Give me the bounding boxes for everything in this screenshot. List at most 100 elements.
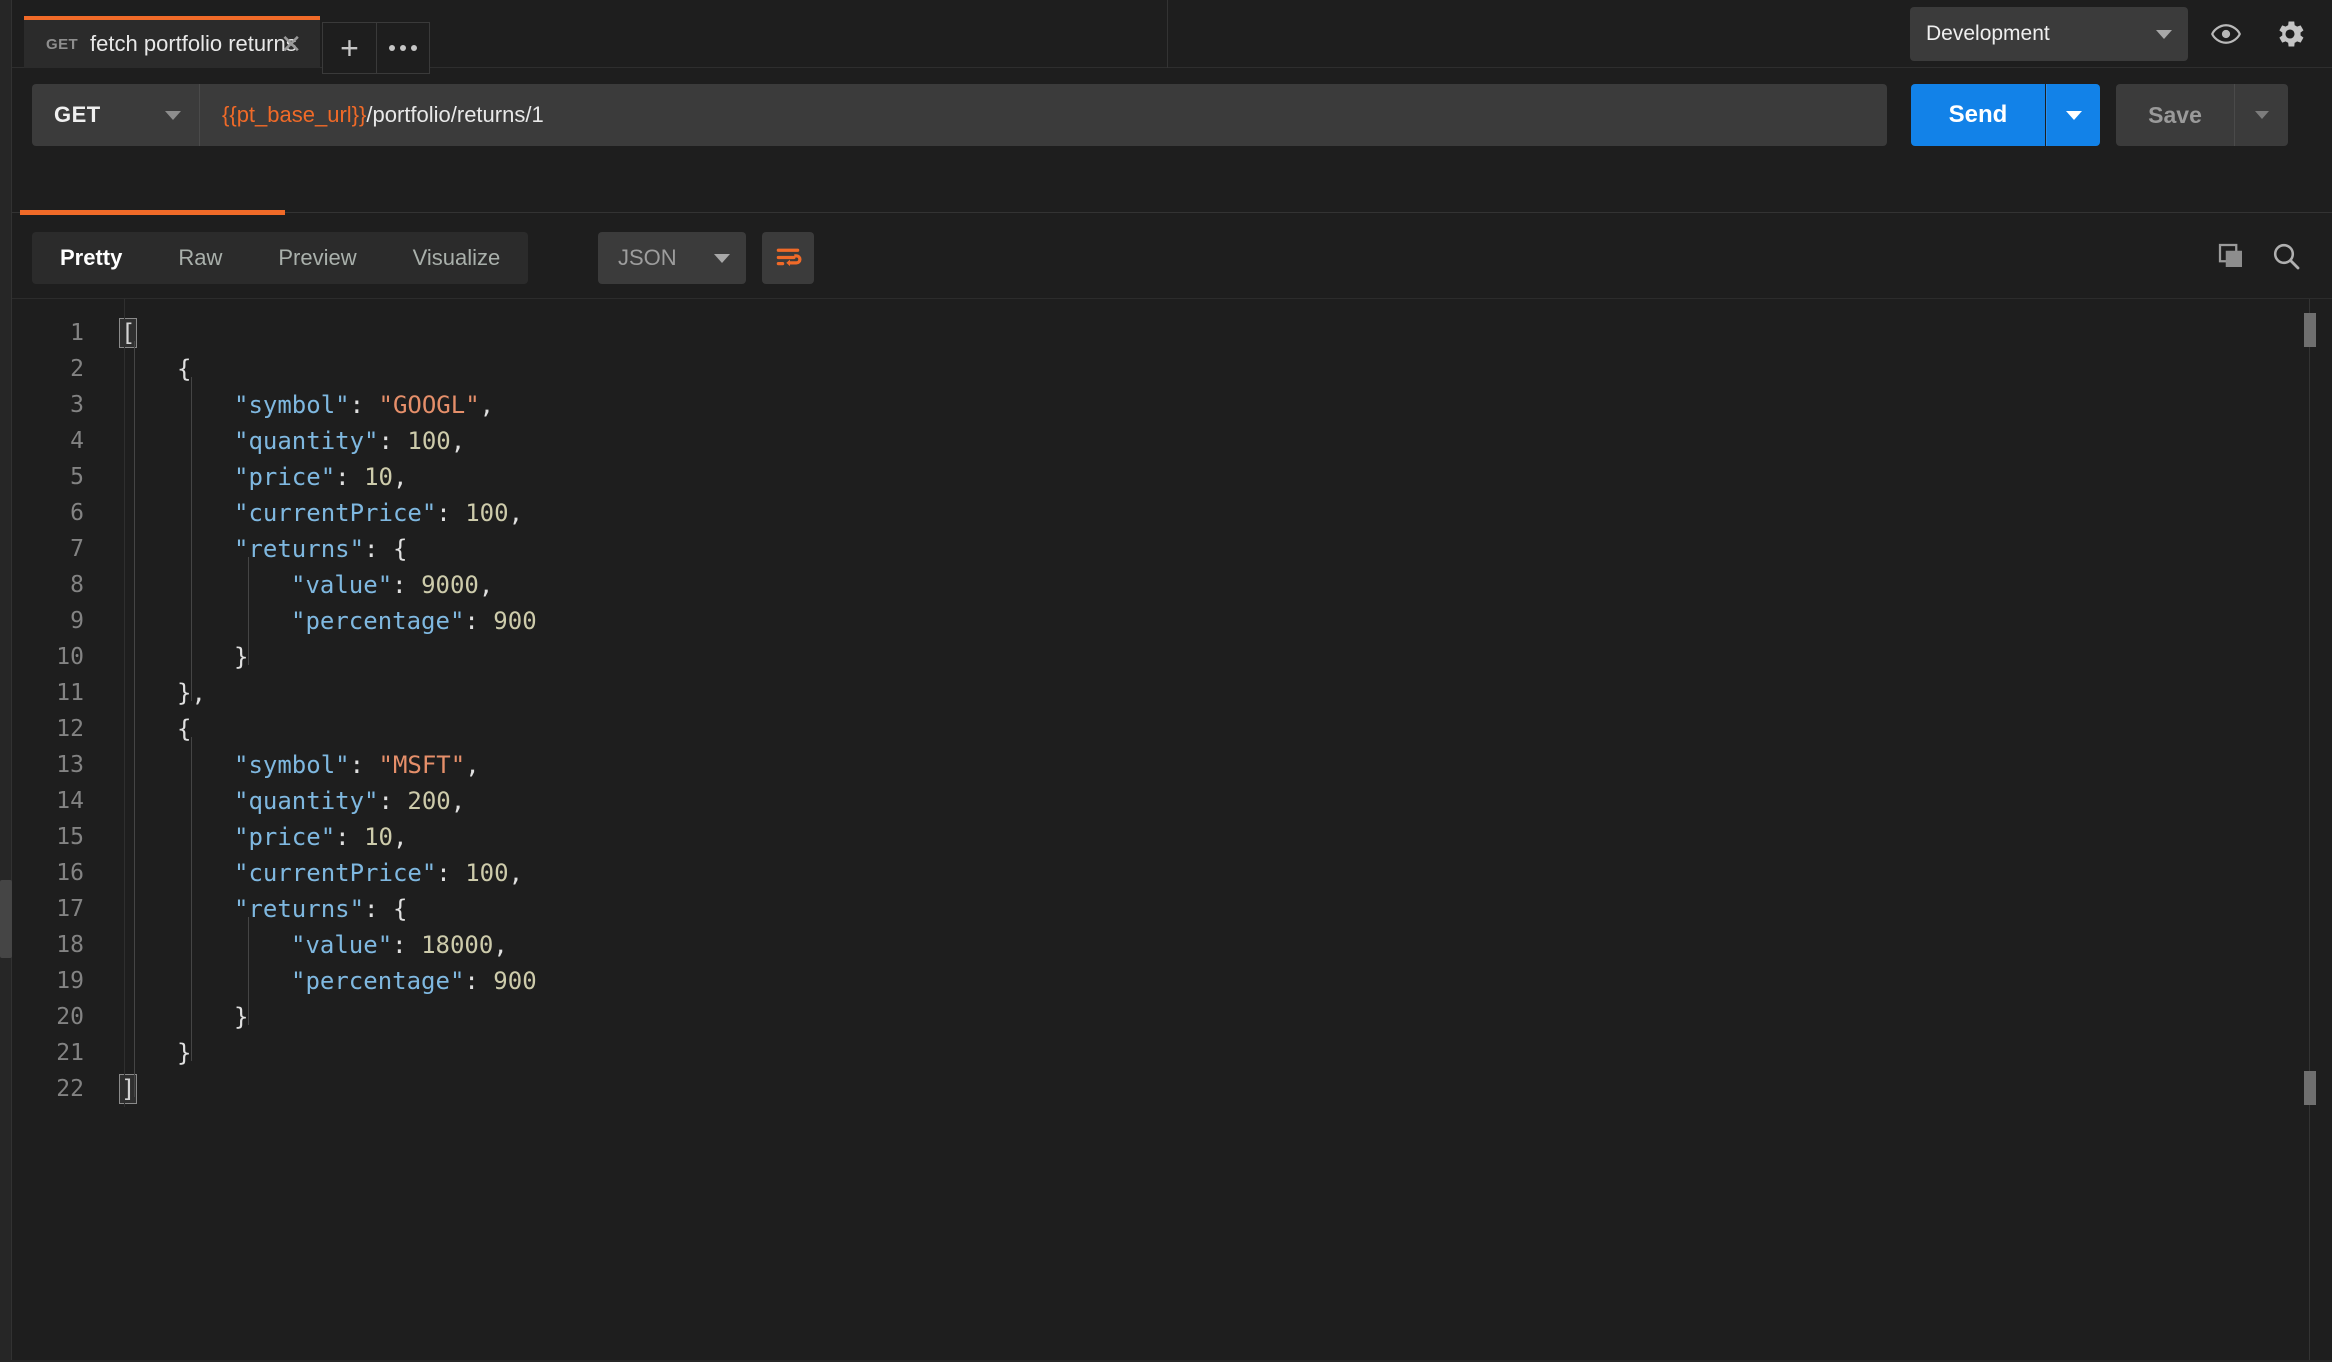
code-token: : <box>335 463 364 491</box>
gear-icon <box>2273 17 2307 51</box>
new-tab-button[interactable]: + <box>322 22 376 74</box>
indent-guide <box>191 377 192 701</box>
request-url-bar: GET {{pt_base_url}}/portfolio/returns/1 … <box>12 68 2332 162</box>
code-token: "symbol" <box>234 391 350 419</box>
code-token: , <box>451 787 465 815</box>
line-number: 5 <box>12 459 112 495</box>
code-token: : <box>379 427 408 455</box>
code-token: : <box>350 391 379 419</box>
code-token: : <box>392 931 421 959</box>
code-token: "returns" <box>234 895 364 923</box>
code-token: } <box>177 1039 191 1067</box>
code-line-content: "symbol": "MSFT", <box>112 747 480 783</box>
code-token: "GOOGL" <box>379 391 480 419</box>
code-token: : <box>379 787 408 815</box>
code-line: 20} <box>12 999 2292 1035</box>
indent-guide <box>191 737 192 1061</box>
environment-label: Development <box>1926 22 2050 46</box>
line-number: 1 <box>12 315 112 351</box>
toolbar-divider <box>12 212 2332 213</box>
word-wrap-button[interactable] <box>762 232 814 284</box>
line-number: 9 <box>12 603 112 639</box>
response-format-selector[interactable]: JSON <box>598 232 746 284</box>
code-token: , <box>465 751 479 779</box>
chevron-down-icon <box>2255 111 2269 119</box>
environment-selector[interactable]: Development <box>1910 7 2188 61</box>
code-line: 9"percentage": 900 <box>12 603 2292 639</box>
line-number: 13 <box>12 747 112 783</box>
code-token: : <box>364 535 393 563</box>
save-options-button[interactable] <box>2234 84 2288 146</box>
code-line-content: "percentage": 900 <box>112 963 537 999</box>
response-body-pane: 1[2{3"symbol": "GOOGL",4"quantity": 100,… <box>12 298 2332 1362</box>
code-line-content: } <box>112 999 248 1035</box>
code-token: , <box>509 499 523 527</box>
code-line: 10} <box>12 639 2292 675</box>
line-number: 12 <box>12 711 112 747</box>
code-line-content: "price": 10, <box>112 459 407 495</box>
code-token: : <box>350 751 379 779</box>
indent-guide <box>248 917 249 1025</box>
line-number: 18 <box>12 927 112 963</box>
code-token: "currentPrice" <box>234 499 436 527</box>
code-token: "MSFT" <box>379 751 466 779</box>
search-icon <box>2270 240 2302 272</box>
line-number: 8 <box>12 567 112 603</box>
line-number: 22 <box>12 1071 112 1107</box>
line-number: 6 <box>12 495 112 531</box>
code-token: "percentage" <box>291 607 464 635</box>
response-scrollbar-track[interactable] <box>2309 299 2310 1362</box>
sidebar-resize-handle[interactable] <box>0 880 12 958</box>
code-token: 900 <box>493 967 536 995</box>
code-line-content: } <box>112 639 248 675</box>
code-token: { <box>393 535 407 563</box>
code-token: , <box>451 427 465 455</box>
search-button[interactable] <box>2270 240 2302 277</box>
code-line: 12 { <box>12 711 2292 747</box>
http-method-selector[interactable]: GET <box>32 84 200 146</box>
code-token: , <box>393 463 407 491</box>
line-number: 10 <box>12 639 112 675</box>
code-token: { <box>177 715 191 743</box>
settings-button[interactable] <box>2264 8 2316 60</box>
code-token: { <box>393 895 407 923</box>
tab-more-options-button[interactable] <box>376 22 430 74</box>
tab-method-label: GET <box>46 36 78 53</box>
method-and-url-group: GET {{pt_base_url}}/portfolio/returns/1 <box>32 84 1887 146</box>
line-number: 4 <box>12 423 112 459</box>
code-line: 1[ <box>12 315 2292 351</box>
request-tab-active[interactable]: GET fetch portfolio returns ✕ <box>24 16 320 68</box>
scrollbar-marker-top <box>2304 313 2316 347</box>
request-progress-bar <box>20 210 285 215</box>
code-line-content: "percentage": 900 <box>112 603 537 639</box>
code-line: 13"symbol": "MSFT", <box>12 747 2292 783</box>
save-button[interactable]: Save <box>2116 84 2234 146</box>
send-button[interactable]: Send <box>1911 84 2045 146</box>
code-token: { <box>177 355 191 383</box>
eye-icon <box>2211 19 2241 49</box>
environment-quick-look-button[interactable] <box>2200 8 2252 60</box>
close-icon[interactable]: ✕ <box>280 31 302 57</box>
tab-raw[interactable]: Raw <box>150 232 250 284</box>
url-input[interactable]: {{pt_base_url}}/portfolio/returns/1 <box>200 84 1887 146</box>
line-number: 2 <box>12 351 112 387</box>
code-token: , <box>479 571 493 599</box>
chevron-down-icon <box>2156 30 2172 39</box>
code-line: 21} <box>12 1035 2292 1071</box>
code-token: : <box>335 823 364 851</box>
line-number: 7 <box>12 531 112 567</box>
tab-pretty[interactable]: Pretty <box>32 232 150 284</box>
tab-preview[interactable]: Preview <box>250 232 384 284</box>
line-number: 3 <box>12 387 112 423</box>
code-line-content: "value": 18000, <box>112 927 508 963</box>
response-action-icons <box>2216 232 2302 284</box>
code-line: 5"price": 10, <box>12 459 2292 495</box>
code-token: } <box>234 643 248 671</box>
response-body-scroll[interactable]: 1[2{3"symbol": "GOOGL",4"quantity": 100,… <box>12 299 2292 1362</box>
copy-button[interactable] <box>2216 241 2246 276</box>
tab-visualize[interactable]: Visualize <box>385 232 529 284</box>
code-token: "price" <box>234 823 335 851</box>
code-token: : <box>464 967 493 995</box>
send-options-button[interactable] <box>2046 84 2100 146</box>
json-code-block[interactable]: 1[2{3"symbol": "GOOGL",4"quantity": 100,… <box>12 299 2292 1107</box>
